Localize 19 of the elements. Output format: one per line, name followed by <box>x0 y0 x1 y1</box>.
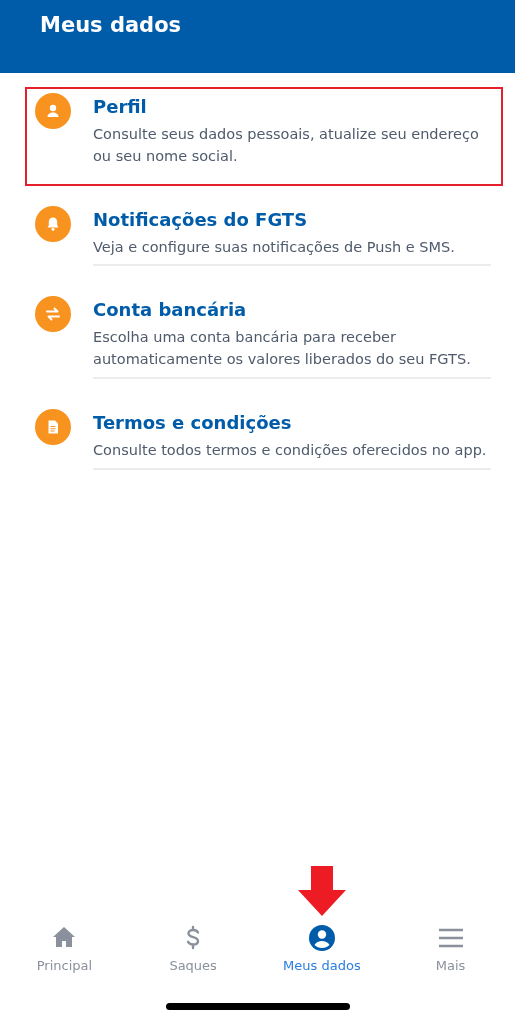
person-icon <box>35 93 71 129</box>
item-title: Perfil <box>93 95 147 119</box>
transfer-icon <box>35 296 71 333</box>
highlighted-menu-item[interactable]: Perfil Consulte seus dados pessoais, atualize seu endereço ou seu nome social. <box>25 87 503 186</box>
document-icon <box>35 408 71 445</box>
item-description: Consulte todos termos e condições oferecidos no app. <box>93 440 488 460</box>
nav-tab[interactable]: Meus dados <box>257 923 387 975</box>
page-title: Meus dados <box>40 12 182 39</box>
item-description: Consulte seus dados pessoais, atualize seu endereço ou seu nome social. <box>93 125 480 166</box>
menu-item[interactable]: Conta bancária Escolha uma conta bancária para receber automaticamente os valores liberados do seu FGTS. <box>25 290 503 389</box>
item-description: Veja e configure suas notificações de Push e SMS. <box>93 237 456 257</box>
item-title: Conta bancária <box>93 298 247 323</box>
menu-item[interactable]: Termos e condições Consulte todos termos e condições oferecidos no app. <box>25 402 503 480</box>
item-description: Escolha uma conta bancária para receber automaticamente os valores liberados do seu FGTS. <box>93 328 472 369</box>
item-title: Notificações do FGTS <box>93 207 308 232</box>
menu-item[interactable]: Notificações do FGTS Veja e configure suas notificações de Push e SMS. <box>25 199 503 277</box>
account-icon <box>307 923 336 952</box>
bell-icon <box>35 205 71 242</box>
item-title: Termos e condições <box>93 410 292 435</box>
